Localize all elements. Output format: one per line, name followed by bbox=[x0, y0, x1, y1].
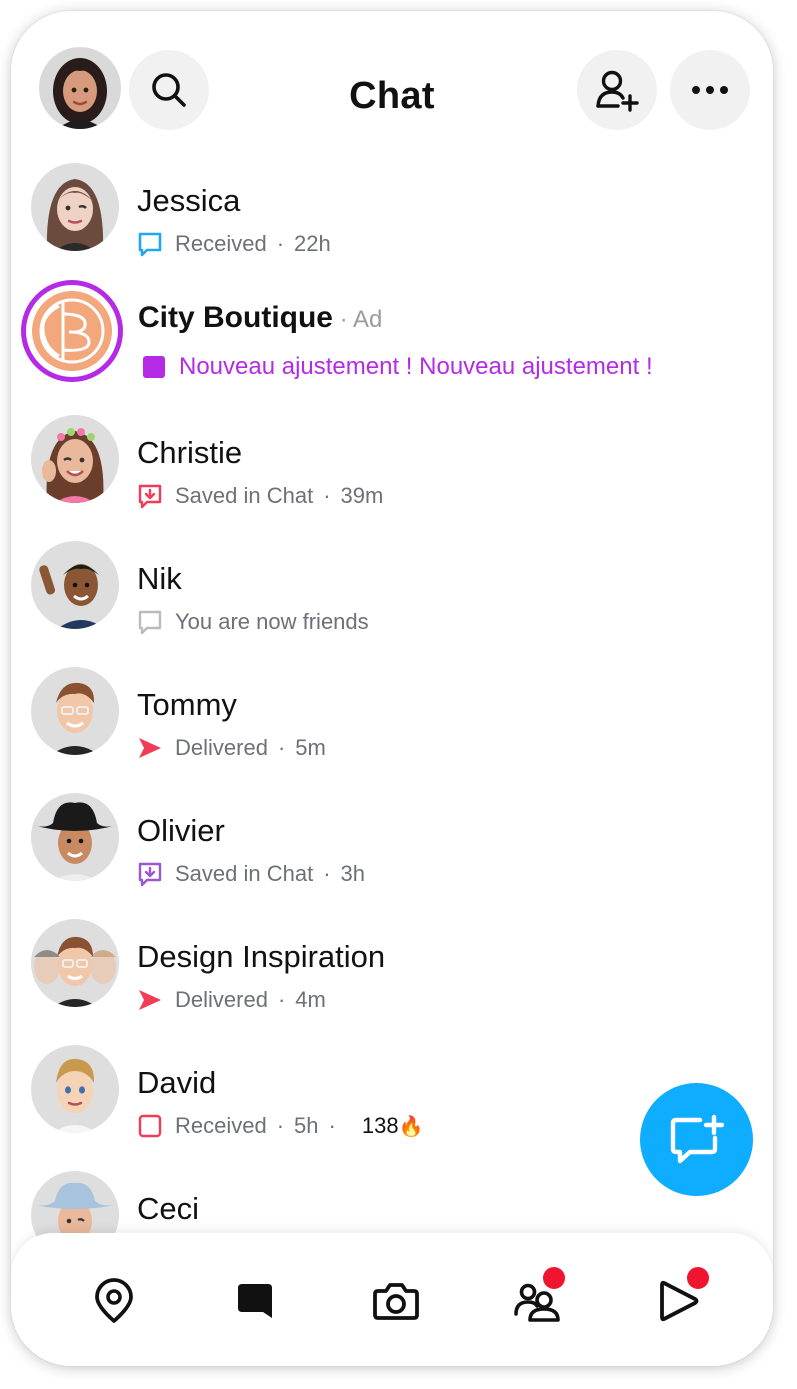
separator: · bbox=[323, 861, 331, 886]
separator: · bbox=[277, 735, 286, 760]
new-chat-button[interactable] bbox=[640, 1083, 753, 1196]
camera-icon bbox=[373, 1283, 419, 1320]
status-text: Received bbox=[175, 1113, 267, 1138]
group-avatar bbox=[31, 919, 119, 1007]
notification-badge bbox=[543, 1267, 565, 1289]
snap-delivered-arrow-icon bbox=[137, 987, 163, 1013]
chat-status: You are now friends bbox=[137, 609, 369, 635]
more-icon bbox=[692, 86, 728, 94]
chat-row-design-inspiration[interactable]: Design Inspiration Delivered · 4m bbox=[11, 917, 773, 1037]
status-text: Saved in Chat bbox=[175, 861, 314, 886]
bitmoji-avatar-icon bbox=[39, 564, 105, 629]
timestamp: 5m bbox=[295, 735, 326, 760]
avatar bbox=[31, 1045, 119, 1133]
nav-camera[interactable] bbox=[368, 1273, 424, 1329]
chat-name: Nik bbox=[137, 561, 182, 596]
separator: · bbox=[323, 483, 331, 508]
ad-message: Nouveau ajustement ! Nouveau ajustement … bbox=[141, 353, 653, 381]
chat-status: Received · 22h bbox=[137, 231, 331, 257]
bitmoji-avatar-icon bbox=[42, 428, 104, 503]
chat-name: Tommy bbox=[137, 687, 237, 722]
advertiser-name: City Boutique bbox=[138, 301, 333, 334]
timestamp: 5h bbox=[294, 1113, 319, 1138]
saved-in-chat-icon bbox=[137, 861, 163, 887]
timestamp: 22h bbox=[294, 231, 331, 256]
chat-row-olivier[interactable]: Olivier Saved in Chat · 3h bbox=[11, 791, 773, 911]
separator: · bbox=[277, 987, 286, 1012]
avatar bbox=[31, 667, 119, 755]
chat-name: Christie bbox=[137, 435, 243, 470]
bottom-navigation bbox=[11, 1233, 773, 1366]
saved-in-chat-icon bbox=[137, 483, 163, 509]
nav-stories[interactable] bbox=[651, 1267, 709, 1329]
chat-name: Olivier bbox=[137, 813, 225, 848]
ad-label: · Ad bbox=[333, 306, 383, 333]
chat-status: Received · 5h · 138 🔥 bbox=[137, 1113, 423, 1139]
status-text: Received bbox=[175, 231, 267, 256]
avatar bbox=[31, 541, 119, 629]
nav-friends[interactable] bbox=[509, 1267, 565, 1329]
chat-name: David bbox=[137, 1065, 217, 1100]
chat-row-tommy[interactable]: Tommy Delivered · 5m bbox=[11, 665, 773, 785]
avatar bbox=[31, 793, 119, 881]
status-text: Delivered bbox=[175, 735, 268, 760]
bitmoji-avatar-icon bbox=[33, 802, 117, 881]
ad-avatar bbox=[21, 280, 123, 382]
chat-row-jessica[interactable]: Jessica Received · 22h bbox=[11, 161, 773, 281]
timestamp: 39m bbox=[340, 483, 384, 508]
avatar bbox=[31, 415, 119, 503]
bitmoji-avatar-icon bbox=[46, 179, 104, 251]
new-chat-icon bbox=[670, 1114, 724, 1163]
chat-icon bbox=[238, 1284, 272, 1318]
chat-row-nik[interactable]: Nik You are now friends bbox=[11, 539, 773, 659]
timestamp: 4m bbox=[295, 987, 326, 1012]
bitmoji-avatar-icon bbox=[53, 1058, 97, 1133]
nav-chat[interactable] bbox=[227, 1273, 283, 1329]
nav-map[interactable] bbox=[86, 1273, 142, 1329]
chat-status: Delivered · 5m bbox=[137, 735, 326, 761]
notification-badge bbox=[687, 1267, 709, 1289]
status-text: Delivered bbox=[175, 987, 268, 1012]
chat-name: City Boutique · Ad bbox=[138, 301, 382, 335]
chat-empty-outline-icon bbox=[137, 609, 163, 635]
separator: · bbox=[276, 231, 285, 256]
chat-name: Ceci bbox=[137, 1191, 200, 1226]
group-bitmoji-icon bbox=[34, 936, 116, 1007]
chat-status: Saved in Chat · 39m bbox=[137, 483, 383, 509]
ad-square-filled-icon bbox=[141, 354, 167, 380]
boutique-logo-icon bbox=[32, 291, 112, 371]
chat-name: Design Inspiration bbox=[137, 939, 386, 974]
ad-message-text: Nouveau ajustement ! Nouveau ajustement … bbox=[179, 353, 653, 380]
map-icon bbox=[95, 1278, 133, 1323]
status-text: You are now friends bbox=[175, 609, 369, 634]
fire-streak-icon: 🔥 bbox=[398, 1115, 424, 1138]
snap-received-square-icon bbox=[137, 1113, 163, 1139]
bitmoji-avatar-icon bbox=[51, 682, 99, 755]
chat-received-outline-icon bbox=[137, 231, 163, 257]
avatar bbox=[31, 163, 119, 251]
status-text: Saved in Chat bbox=[175, 483, 314, 508]
chat-status: Delivered · 4m bbox=[137, 987, 326, 1013]
snap-delivered-arrow-icon bbox=[137, 735, 163, 761]
add-friend-icon bbox=[596, 70, 639, 112]
streak-count: 138 bbox=[361, 1113, 399, 1138]
separator: · bbox=[276, 1113, 285, 1138]
add-friend-button[interactable] bbox=[577, 50, 657, 130]
phone-screen: Chat Jessica Received · 22h City Boutiqu… bbox=[11, 11, 773, 1366]
chat-row-city-boutique-ad[interactable]: City Boutique · Ad Nouveau ajustement ! … bbox=[11, 279, 773, 399]
chat-name: Jessica bbox=[137, 183, 241, 218]
chat-row-christie[interactable]: Christie Saved in Chat · 39m bbox=[11, 413, 773, 533]
more-options-button[interactable] bbox=[670, 50, 750, 130]
separator: · bbox=[328, 1113, 336, 1138]
timestamp: 3h bbox=[340, 861, 366, 886]
ad-label-text: Ad bbox=[353, 306, 383, 333]
chat-status: Saved in Chat · 3h bbox=[137, 861, 365, 887]
page-title: Chat bbox=[349, 75, 435, 117]
